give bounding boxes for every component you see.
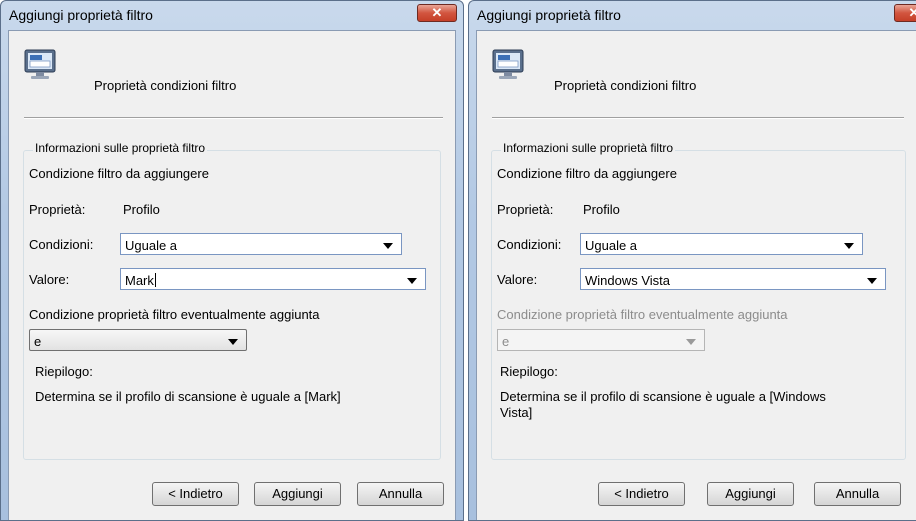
back-button[interactable]: < Indietro bbox=[598, 482, 685, 506]
header-divider bbox=[24, 117, 443, 119]
summary-label: Riepilogo: bbox=[35, 364, 93, 379]
value-label: Valore: bbox=[497, 272, 538, 287]
value-combobox[interactable]: Windows Vista bbox=[580, 268, 886, 290]
property-label: Proprietà: bbox=[29, 202, 86, 217]
close-icon: ✕ bbox=[431, 5, 443, 20]
conditions-value: Uguale a bbox=[585, 238, 638, 253]
property-value: Profilo bbox=[583, 202, 620, 217]
combine-value: e bbox=[502, 334, 510, 349]
summary-text-line2: Vista] bbox=[500, 405, 533, 420]
combine-value: e bbox=[34, 334, 42, 349]
chevron-down-icon bbox=[407, 278, 417, 284]
title-bar[interactable]: Aggiungi proprietà filtro ✕ bbox=[469, 1, 916, 29]
section-label: Condizione filtro da aggiungere bbox=[29, 166, 209, 181]
value-input[interactable]: Windows Vista bbox=[585, 273, 670, 288]
add-filter-property-dialog-1: Aggiungi proprietà filtro ✕ Proprietà co… bbox=[0, 0, 464, 521]
group-title: Informazioni sulle proprietà filtro bbox=[501, 141, 676, 155]
window-title: Aggiungi proprietà filtro bbox=[477, 7, 621, 23]
computer-monitor-icon bbox=[24, 49, 56, 79]
cancel-button[interactable]: Annulla bbox=[814, 482, 901, 506]
conditions-value: Uguale a bbox=[125, 238, 178, 253]
window-title: Aggiungi proprietà filtro bbox=[9, 7, 153, 23]
chevron-down-icon bbox=[686, 339, 696, 345]
dialog-client-area: Proprietà condizioni filtro Informazioni… bbox=[476, 30, 916, 520]
add-button[interactable]: Aggiungi bbox=[707, 482, 794, 506]
add-filter-property-dialog-2: Aggiungi proprietà filtro ✕ Proprietà co… bbox=[468, 0, 916, 521]
back-button[interactable]: < Indietro bbox=[152, 482, 239, 506]
combine-dropdown-disabled: e bbox=[497, 329, 705, 351]
header-divider bbox=[492, 117, 904, 119]
conditions-label: Condizioni: bbox=[29, 237, 94, 252]
chevron-down-icon bbox=[228, 339, 238, 345]
property-label: Proprietà: bbox=[497, 202, 554, 217]
add-button[interactable]: Aggiungi bbox=[254, 482, 341, 506]
value-label: Valore: bbox=[29, 272, 70, 287]
chevron-down-icon bbox=[844, 243, 854, 249]
value-text: Mark bbox=[125, 273, 154, 288]
close-button[interactable]: ✕ bbox=[417, 4, 457, 22]
combine-label: Condizione proprietà filtro eventualment… bbox=[497, 307, 788, 322]
conditions-dropdown[interactable]: Uguale a bbox=[120, 233, 402, 255]
group-title: Informazioni sulle proprietà filtro bbox=[33, 141, 208, 155]
property-value: Profilo bbox=[123, 202, 160, 217]
dialog-client-area: Proprietà condizioni filtro Informazioni… bbox=[8, 30, 456, 520]
value-combobox[interactable]: Mark bbox=[120, 268, 426, 290]
chevron-down-icon bbox=[867, 278, 877, 284]
filter-info-group bbox=[491, 150, 906, 460]
title-bar[interactable]: Aggiungi proprietà filtro ✕ bbox=[1, 1, 463, 29]
combine-dropdown[interactable]: e bbox=[29, 329, 247, 351]
filter-info-group bbox=[23, 150, 441, 460]
header-text: Proprietà condizioni filtro bbox=[554, 78, 697, 93]
summary-text-line1: Determina se il profilo di scansione è u… bbox=[500, 389, 826, 404]
close-button[interactable]: ✕ bbox=[894, 4, 916, 22]
value-input[interactable]: Mark bbox=[125, 273, 156, 288]
conditions-label: Condizioni: bbox=[497, 237, 562, 252]
chevron-down-icon bbox=[383, 243, 393, 249]
conditions-dropdown[interactable]: Uguale a bbox=[580, 233, 863, 255]
combine-label: Condizione proprietà filtro eventualment… bbox=[29, 307, 320, 322]
computer-monitor-icon bbox=[492, 49, 524, 79]
text-caret bbox=[154, 273, 156, 287]
summary-label: Riepilogo: bbox=[500, 364, 558, 379]
section-label: Condizione filtro da aggiungere bbox=[497, 166, 677, 181]
close-icon: ✕ bbox=[908, 5, 916, 20]
cancel-button[interactable]: Annulla bbox=[357, 482, 444, 506]
summary-text: Determina se il profilo di scansione è u… bbox=[35, 389, 341, 404]
header-text: Proprietà condizioni filtro bbox=[94, 78, 237, 93]
